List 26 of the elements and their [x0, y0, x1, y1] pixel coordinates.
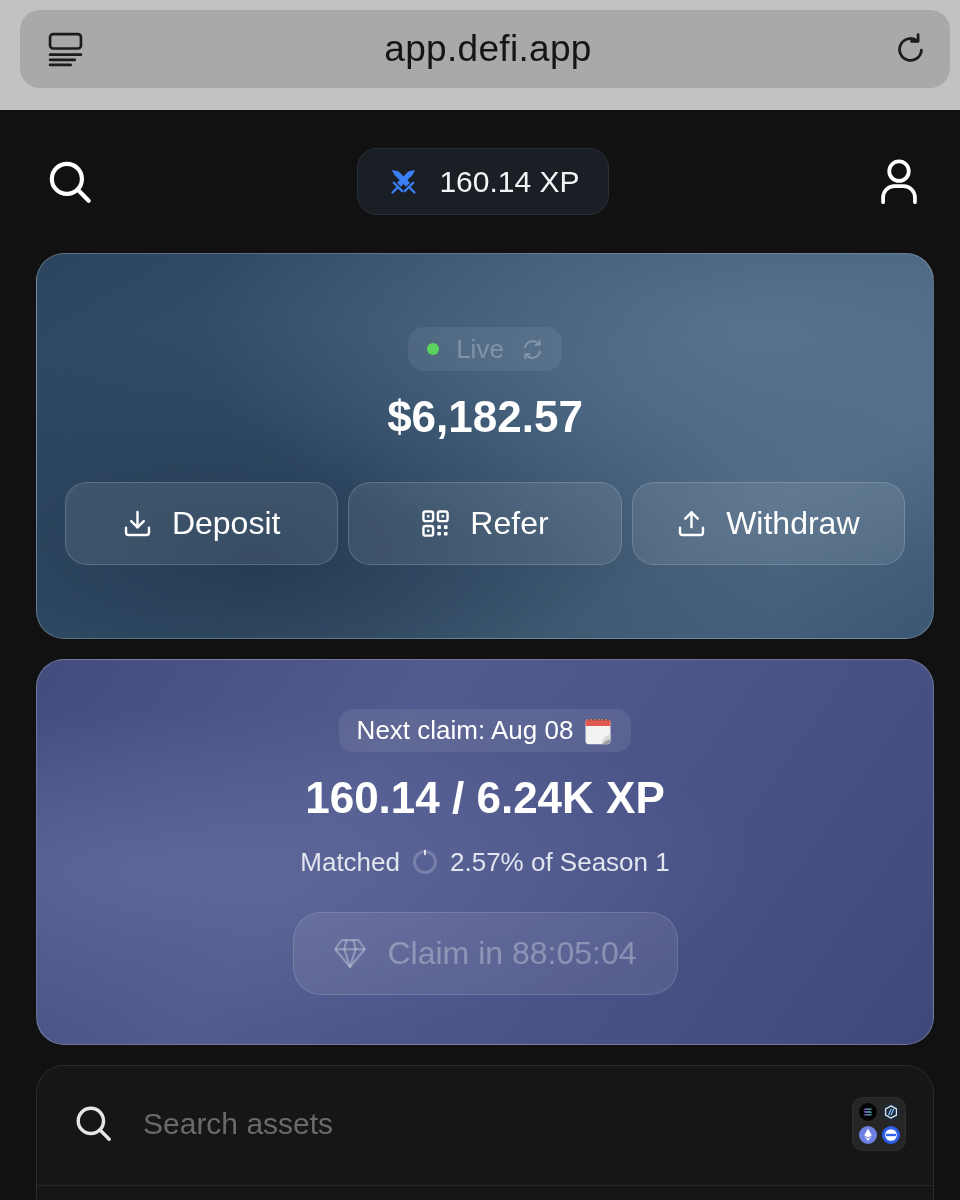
action-button[interactable]: Refer	[348, 482, 622, 565]
network-filter-button[interactable]	[852, 1096, 906, 1151]
hexagon-coin-icon	[881, 1103, 900, 1121]
search-icon[interactable]	[48, 159, 92, 204]
qr-code-icon	[421, 509, 451, 538]
bar-coin-icon	[881, 1126, 900, 1144]
matched-label: Matched	[300, 846, 400, 878]
diamond-icon	[333, 938, 368, 969]
url-text: app.defi.app	[384, 28, 592, 70]
ring-icon	[412, 849, 438, 875]
xp-progress-text: 160.14 / 6.24K XP	[305, 772, 665, 824]
search-icon	[75, 1105, 112, 1142]
upload-icon	[677, 509, 707, 538]
user-icon[interactable]	[880, 159, 918, 204]
page-layout-icon[interactable]	[48, 31, 83, 67]
asset-search-field[interactable]: Search assets	[143, 1101, 821, 1146]
action-button[interactable]: Withdraw	[631, 482, 905, 565]
season-progress-text: 2.57% of Season 1	[450, 846, 670, 878]
download-icon	[122, 509, 152, 538]
next-claim-label: Next claim: Aug 08	[356, 715, 574, 746]
stripes-coin-icon	[858, 1103, 877, 1121]
address-bar[interactable]: app.defi.app	[20, 10, 950, 88]
action-button[interactable]: Deposit	[65, 482, 339, 565]
balance-amount: $6,182.57	[387, 391, 583, 443]
xp-badge[interactable]: 160.14 XP	[357, 148, 609, 215]
diamond-coin-icon	[858, 1126, 877, 1144]
